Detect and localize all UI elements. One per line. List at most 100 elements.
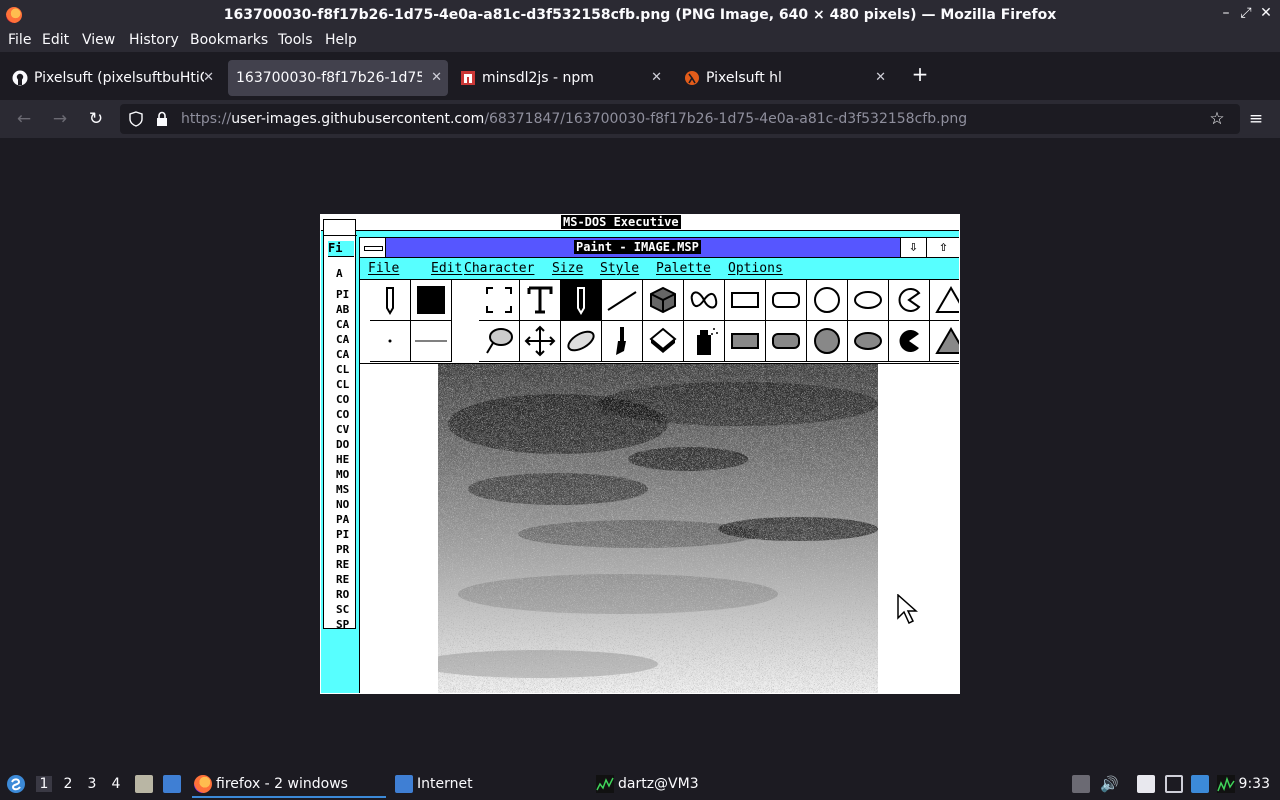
- text-tool-icon: [520, 280, 561, 321]
- dos-file-entry: PI: [336, 288, 350, 301]
- paint-left-margin: [360, 364, 438, 693]
- firefox-icon: [194, 775, 212, 793]
- menu-file[interactable]: File: [8, 32, 31, 48]
- menu-help[interactable]: Help: [325, 32, 357, 48]
- url-text[interactable]: https://user-images.githubusercontent.co…: [181, 111, 967, 127]
- color-swatch-black: [411, 280, 452, 321]
- task-label: Internet: [417, 776, 473, 792]
- bookmark-star-icon[interactable]: ☆: [1206, 108, 1228, 130]
- folder-icon: [395, 775, 413, 793]
- rounded-rect-tool-icon: [766, 280, 807, 321]
- display-tray-icon[interactable]: [1165, 775, 1183, 793]
- dos-file-entry: PI: [336, 528, 350, 541]
- dos-file-entry: MS: [336, 483, 350, 496]
- workspace-2[interactable]: 2: [60, 776, 76, 792]
- brush-tool-icon: [602, 321, 643, 362]
- cpu-monitor-tray-icon[interactable]: [1217, 775, 1235, 793]
- network-tray-icon[interactable]: [1191, 775, 1209, 793]
- github-icon: [12, 70, 28, 86]
- paint-window: Paint - IMAGE.MSP ⇩ ⇧ File Edit Characte…: [359, 237, 959, 693]
- forward-icon[interactable]: →: [49, 108, 71, 130]
- tab-image[interactable]: 163700030-f8f17b26-1d75- ✕: [228, 60, 448, 96]
- paint-bucket-icon: [643, 321, 684, 362]
- new-tab-button[interactable]: +: [908, 62, 932, 86]
- workspace-1[interactable]: 1: [36, 776, 52, 792]
- menu-bar: File Edit View History Bookmarks Tools H…: [0, 30, 1280, 52]
- desktop-launcher-icon[interactable]: [163, 775, 181, 793]
- paint-menu-style: Style: [600, 261, 640, 276]
- paint-minimize-icon: ⇩: [900, 238, 926, 257]
- hamburger-menu-icon[interactable]: ≡: [1245, 108, 1267, 130]
- page-content: MS-DOS Executive Fi A PI AB CA CA CA CL CL CO CO…: [0, 138, 1280, 768]
- brush-dot-icon: [370, 321, 411, 362]
- lasso-tool-icon: [479, 321, 520, 362]
- tab-close-icon[interactable]: ✕: [203, 60, 214, 96]
- dos-file-entry: CV: [336, 423, 350, 436]
- tab-pixelsuft-github[interactable]: Pixelsuft (pixelsuftbuHtiC ✕: [4, 60, 220, 96]
- url-path: /68371847/163700030-f8f17b26-1d75-4e0a-a…: [484, 111, 968, 127]
- workspace-4[interactable]: 4: [108, 776, 124, 792]
- tab-close-icon[interactable]: ✕: [431, 60, 442, 96]
- volume-tray-icon[interactable]: 🔊: [1100, 775, 1119, 793]
- task-terminal[interactable]: dartz@VM3: [594, 770, 784, 798]
- tab-minsdl2js-npm[interactable]: minsdl2js - npm ✕: [452, 60, 668, 96]
- filled-rounded-rect-icon: [766, 321, 807, 362]
- clipboard-tray-icon[interactable]: [1072, 775, 1090, 793]
- dos-file-entry: CA: [336, 333, 350, 346]
- dos-file-entry: SC: [336, 603, 350, 616]
- menu-history[interactable]: History: [129, 32, 179, 48]
- paint-canvas: [438, 364, 878, 693]
- minimize-button[interactable]: –: [1216, 5, 1236, 21]
- start-menu-icon[interactable]: [6, 774, 26, 794]
- lock-icon[interactable]: [154, 111, 170, 127]
- dos-file-entry: CA: [336, 318, 350, 331]
- spray-can-icon: [684, 321, 725, 362]
- back-icon[interactable]: ←: [13, 108, 35, 130]
- tab-close-icon[interactable]: ✕: [875, 60, 886, 96]
- task-internet[interactable]: Internet: [393, 770, 583, 798]
- reload-icon[interactable]: ↻: [85, 108, 107, 130]
- notes-tray-icon[interactable]: [1137, 775, 1155, 793]
- line-width-icon: [411, 321, 452, 362]
- dithered-photo-image: [438, 364, 878, 693]
- close-window-button[interactable]: ✕: [1256, 5, 1276, 21]
- task-firefox[interactable]: firefox - 2 windows: [192, 770, 386, 798]
- dos-file-entry: MO: [336, 468, 350, 481]
- filled-pie-icon: [889, 321, 930, 362]
- dos-file-entry: CO: [336, 408, 350, 421]
- dos-file-entry: CL: [336, 363, 350, 376]
- half-life-icon: [685, 71, 699, 85]
- maximize-button[interactable]: ⤢: [1236, 5, 1256, 21]
- paint-titlebar: Paint - IMAGE.MSP ⇩ ⇧: [360, 238, 959, 258]
- window-titlebar: 163700030-f8f17b26-1d75-4e0a-a81c-d3f532…: [0, 0, 1280, 30]
- menu-edit[interactable]: Edit: [42, 32, 69, 48]
- menu-tools[interactable]: Tools: [278, 32, 313, 48]
- mouse-cursor-icon: [897, 594, 918, 625]
- workspace-3[interactable]: 3: [84, 776, 100, 792]
- displayed-image: MS-DOS Executive Fi A PI AB CA CA CA CL CL CO CO…: [320, 214, 960, 694]
- dos-file-entry: DO: [336, 438, 350, 451]
- dos-file-entry: PA: [336, 513, 350, 526]
- tab-pixelsuft-hl[interactable]: Pixelsuft hl ✕: [676, 60, 892, 96]
- dos-file-entry: AB: [336, 303, 350, 316]
- dos-file-entry: RE: [336, 558, 350, 571]
- line-tool-icon: [602, 280, 643, 321]
- paint-maximize-icon: ⇧: [926, 238, 959, 257]
- paint-menu-file: File: [368, 261, 400, 276]
- menu-view[interactable]: View: [82, 32, 115, 48]
- npm-icon: [461, 71, 475, 85]
- tab-bar: Pixelsuft (pixelsuftbuHtiC ✕ 163700030-f…: [0, 56, 1280, 100]
- url-bar[interactable]: https://user-images.githubusercontent.co…: [120, 104, 1240, 134]
- menu-bookmarks[interactable]: Bookmarks: [190, 32, 268, 48]
- paint-menu-character: Character: [464, 261, 535, 276]
- dos-drive-label: A: [336, 267, 343, 280]
- shield-icon[interactable]: [128, 111, 144, 127]
- file-manager-launcher-icon[interactable]: [135, 775, 153, 793]
- dos-file-entry: CL: [336, 378, 350, 391]
- curve-tool-icon: [684, 280, 725, 321]
- tab-close-icon[interactable]: ✕: [651, 60, 662, 96]
- clock: 9:33: [1238, 776, 1270, 792]
- task-label: dartz@VM3: [618, 776, 699, 792]
- task-label: firefox - 2 windows: [216, 776, 348, 792]
- paint-toolbox: [360, 280, 959, 364]
